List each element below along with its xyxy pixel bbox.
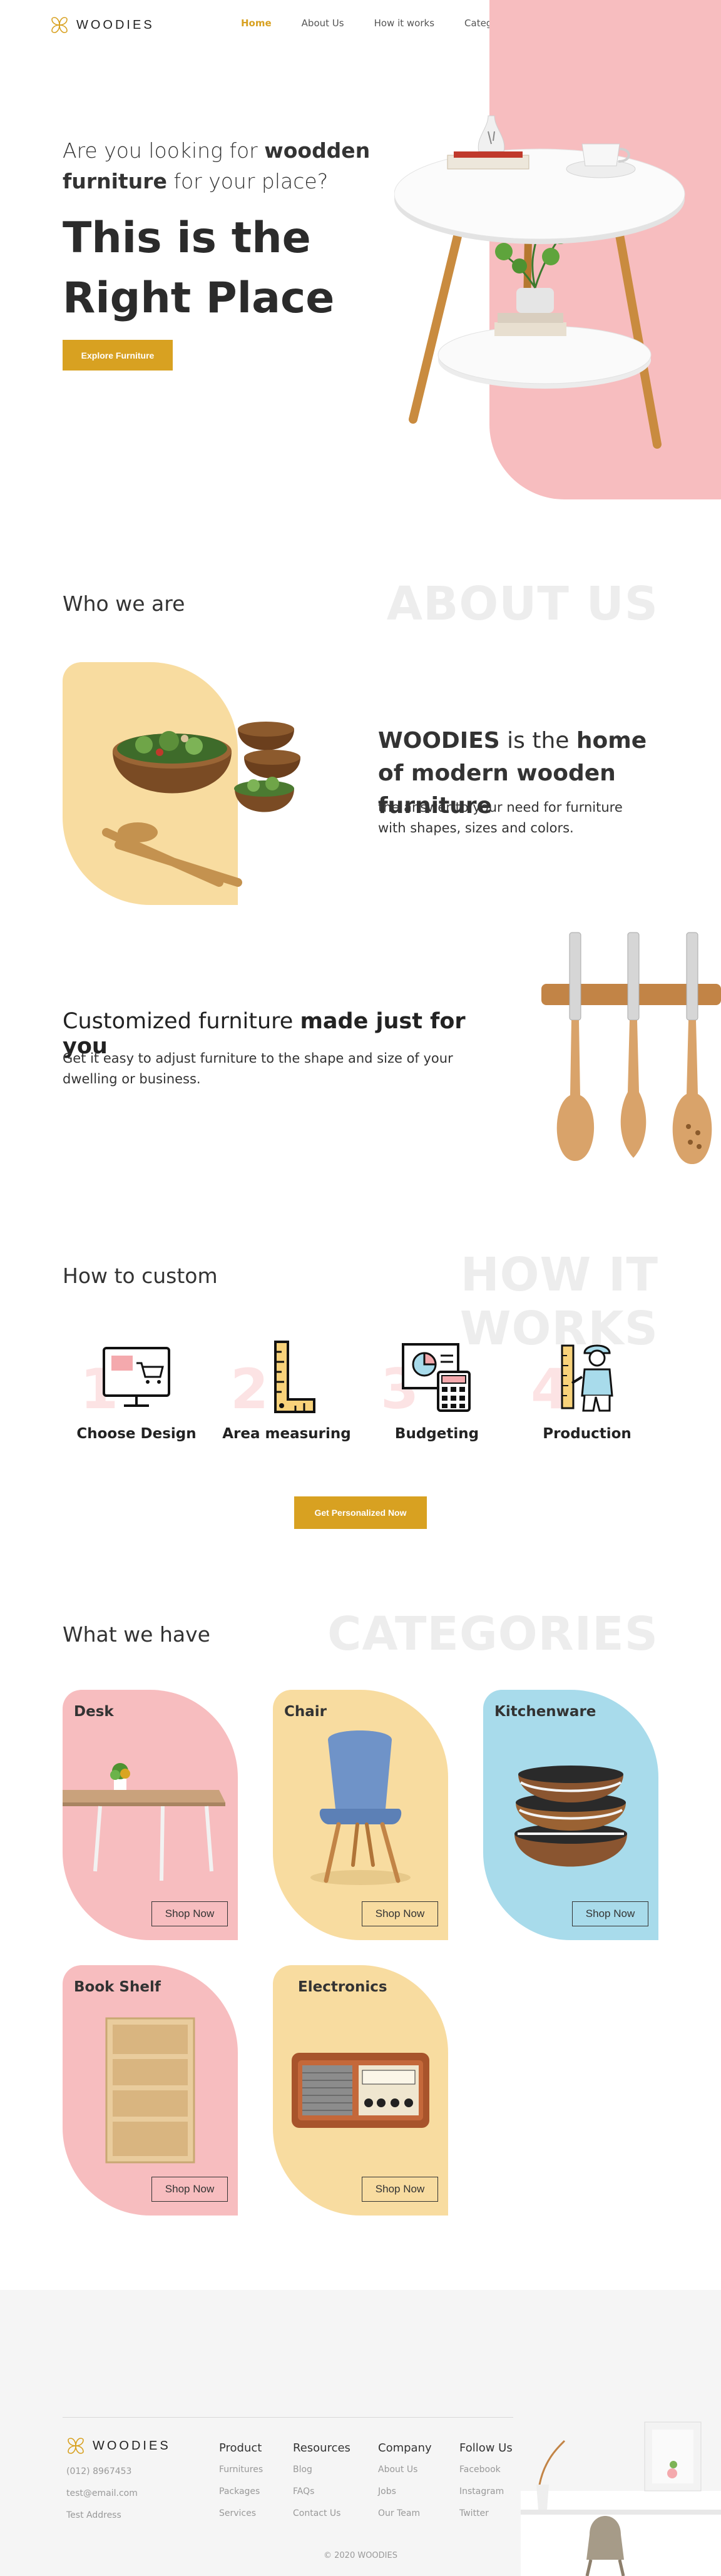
categories-heading: What we have	[63, 1622, 210, 1647]
shop-now-button-electronics[interactable]: Shop Now	[362, 2177, 438, 2202]
category-card-kitchenware[interactable]: Kitchenware Shop Now	[483, 1690, 658, 1940]
monitor-cart-icon	[103, 1347, 170, 1407]
footer-link-furnitures[interactable]: Furnitures	[219, 2465, 263, 2475]
book-shelf-image	[105, 2017, 195, 2164]
step-label: Production	[543, 1426, 632, 1442]
category-card-electronics[interactable]: Electronics Shop Now	[273, 1965, 448, 2216]
copyright: © 2020 WOODIES	[324, 2551, 397, 2560]
step-area-measuring: 2 Area measuring	[218, 1339, 355, 1442]
footer-column-company: Company About Us Jobs Our Team	[378, 2441, 432, 2530]
footer-column-title: Product	[219, 2441, 262, 2455]
about-heading: Who we are	[63, 591, 185, 616]
step-production: 4 Production	[518, 1339, 656, 1442]
chair-image	[310, 1730, 411, 1885]
step-choose-design: 1 Choose Design	[68, 1339, 205, 1442]
footer-logo[interactable]: WOODIES	[66, 2436, 171, 2456]
category-card-book-shelf[interactable]: Book Shelf Shop Now	[63, 1965, 238, 2216]
footer-column-title: Company	[378, 2441, 432, 2455]
footer-link-contact-us[interactable]: Contact Us	[293, 2508, 350, 2518]
logo-mark-icon	[68, 2438, 84, 2454]
hero-subtitle: Are you looking for woodden furniture fo…	[63, 138, 371, 193]
footer-contact-info: (012) 8967453 test@email.com Test Addres…	[66, 2466, 138, 2532]
footer-link-twitter[interactable]: Twitter	[459, 2508, 513, 2518]
ruler-icon	[274, 1341, 315, 1413]
nav-how-it-works[interactable]: How it works	[374, 18, 434, 29]
hero-side-table-image	[394, 115, 685, 449]
shop-now-button-chair[interactable]: Shop Now	[362, 1901, 438, 1926]
footer-phone: (012) 8967453	[66, 2466, 132, 2476]
custom-description: Get it easy to adjust furniture to the s…	[63, 1051, 453, 1086]
shop-now-button-desk[interactable]: Shop Now	[151, 1901, 228, 1926]
category-name: Electronics	[298, 1979, 387, 1995]
footer-divider	[63, 2417, 513, 2418]
logo-text: WOODIES	[93, 2438, 171, 2453]
step-budgeting: 3 Budgeting	[368, 1339, 506, 1442]
shop-now-button-book-shelf[interactable]: Shop Now	[151, 2177, 228, 2202]
logo-text: WOODIES	[76, 18, 155, 32]
explore-furniture-button[interactable]: Explore Furniture	[63, 340, 173, 371]
nav-home[interactable]: Home	[241, 18, 272, 29]
step-label: Area measuring	[222, 1426, 351, 1442]
desk-image	[63, 1763, 225, 1881]
footer-link-instagram[interactable]: Instagram	[459, 2487, 513, 2497]
wooden-salad-bowls-image	[102, 722, 300, 887]
footer-link-blog[interactable]: Blog	[293, 2465, 350, 2475]
footer-column-resources: Resources Blog FAQs Contact Us	[293, 2441, 350, 2530]
electronics-radio-image	[292, 2053, 429, 2128]
footer-link-jobs[interactable]: Jobs	[378, 2487, 432, 2497]
calculator-chart-icon	[402, 1343, 471, 1412]
about-description: the answer to your need for furniture wi…	[378, 800, 623, 836]
footer-email: test@email.com	[66, 2488, 138, 2498]
footer-column-title: Follow Us	[459, 2441, 513, 2455]
footer-link-services[interactable]: Services	[219, 2508, 263, 2518]
logo-mark-icon	[51, 17, 68, 33]
footer-column-product: Product Furnitures Packages Services	[219, 2441, 263, 2530]
kitchenware-bowls-image	[514, 1766, 627, 1867]
footer-link-about-us[interactable]: About Us	[378, 2465, 432, 2475]
main-nav: Home About Us How it works Categories	[241, 18, 515, 29]
category-card-desk[interactable]: Desk Shop Now	[63, 1690, 238, 1940]
footer-link-faqs[interactable]: FAQs	[293, 2487, 350, 2497]
category-name: Kitchenware	[494, 1704, 596, 1720]
hero-title: This is the Right Place	[63, 213, 335, 323]
category-card-chair[interactable]: Chair Shop Now	[273, 1690, 448, 1940]
step-label: Choose Design	[76, 1426, 197, 1442]
categories-ghost-title: CATEGORIES	[327, 1607, 658, 1661]
category-name: Chair	[284, 1704, 327, 1720]
logo[interactable]: WOODIES	[50, 15, 155, 35]
footer-link-our-team[interactable]: Our Team	[378, 2508, 432, 2518]
worker-icon	[561, 1344, 613, 1412]
footer-link-packages[interactable]: Packages	[219, 2487, 263, 2497]
shop-now-button-kitchenware[interactable]: Shop Now	[572, 1901, 648, 1926]
about-ghost-title: ABOUT US	[386, 577, 658, 631]
how-heading: How to custom	[63, 1264, 218, 1288]
get-personalized-button[interactable]: Get Personalized Now	[294, 1496, 427, 1529]
category-name: Desk	[74, 1704, 114, 1720]
footer-column-title: Resources	[293, 2441, 350, 2455]
nav-about-us[interactable]: About Us	[302, 18, 344, 29]
category-name: Book Shelf	[74, 1979, 161, 1995]
footer-address: Test Address	[66, 2510, 121, 2520]
step-label: Budgeting	[394, 1426, 479, 1442]
footer-link-facebook[interactable]: Facebook	[459, 2465, 513, 2475]
wooden-spoons-rack-image	[541, 932, 721, 1164]
footer-column-follow-us: Follow Us Facebook Instagram Twitter	[459, 2441, 513, 2530]
